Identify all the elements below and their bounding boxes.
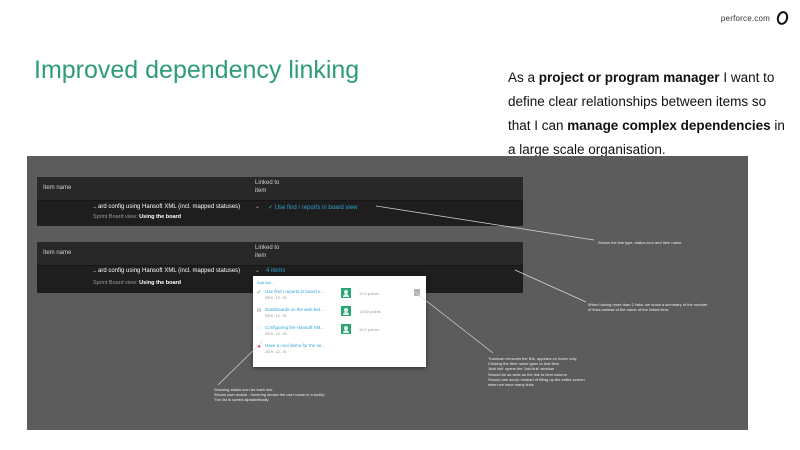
annotation-line: of links instead of the name of the link… bbox=[588, 307, 670, 313]
story-role: project or program manager bbox=[538, 70, 720, 85]
brand: perforce.com bbox=[721, 9, 790, 27]
leader-line-trashcan bbox=[414, 291, 494, 354]
story-goal: manage complex dependencies bbox=[567, 118, 771, 133]
perforce-logo-icon bbox=[775, 9, 790, 27]
user-story: As a project or program manager I want t… bbox=[508, 66, 790, 162]
ui-mockup-screenshot: Item name Linked to item .. ard config u… bbox=[27, 156, 748, 430]
leader-line-status bbox=[217, 340, 264, 386]
annotation-line: The list is sorted alphabetically bbox=[214, 397, 269, 403]
annotation-lines bbox=[217, 205, 595, 386]
annotation-line: when we have many links bbox=[488, 382, 534, 388]
annotation-summary: When having more than 2 links, we show a… bbox=[588, 302, 707, 312]
story-text-1: As a bbox=[508, 70, 539, 85]
annotation-status: Showing status icon for each link. Shows… bbox=[214, 387, 326, 403]
leader-line-link-type bbox=[375, 205, 595, 241]
annotation-link-type: Shows the link type, status icon and ite… bbox=[598, 240, 683, 245]
slide-title: Improved dependency linking bbox=[34, 56, 360, 84]
annotation-trashcan: Trashcan removes the link, appears on ho… bbox=[488, 356, 585, 387]
leader-line-summary bbox=[514, 269, 587, 303]
brand-url-text[interactable]: perforce.com bbox=[721, 14, 770, 23]
